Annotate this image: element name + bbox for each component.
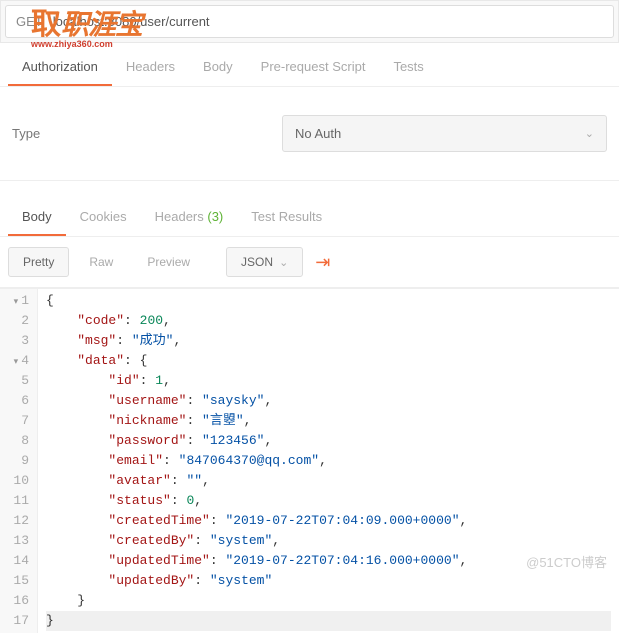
tab-test-results[interactable]: Test Results [237, 199, 336, 236]
tab-headers[interactable]: Headers [112, 49, 189, 86]
auth-type-label: Type [12, 126, 282, 141]
request-tabs: AuthorizationHeadersBodyPre-request Scri… [0, 49, 619, 87]
pretty-button[interactable]: Pretty [8, 247, 69, 277]
auth-type-value: No Auth [295, 126, 341, 141]
tab-cookies[interactable]: Cookies [66, 199, 141, 236]
tab-authorization[interactable]: Authorization [8, 49, 112, 86]
logo-main: 取职涯宝 [31, 0, 142, 43]
chevron-down-icon: ⌄ [279, 256, 288, 269]
logo-overlay: 取职涯宝 www.zhiya360.com [31, 0, 142, 49]
request-bar: 取职涯宝 www.zhiya360.com GET [0, 0, 619, 43]
wrap-lines-icon[interactable]: ⇥ [309, 252, 336, 273]
tab-body[interactable]: Body [8, 199, 66, 236]
auth-section: Type No Auth ⌄ [0, 87, 619, 181]
response-toolbar: Pretty Raw Preview JSON ⌄ ⇥ [0, 237, 619, 288]
auth-type-select[interactable]: No Auth ⌄ [282, 115, 607, 152]
chevron-down-icon: ⌄ [585, 127, 594, 140]
watermark: @51CTO博客 [526, 552, 607, 571]
tab-tests[interactable]: Tests [379, 49, 437, 86]
response-body: 1234567891011121314151617 { "code": 200,… [0, 288, 619, 633]
tab-pre-request-script[interactable]: Pre-request Script [247, 49, 380, 86]
format-select[interactable]: JSON ⌄ [226, 247, 303, 277]
raw-button[interactable]: Raw [75, 248, 127, 276]
tab-headers[interactable]: Headers (3) [141, 199, 238, 236]
tab-body[interactable]: Body [189, 49, 247, 86]
preview-button[interactable]: Preview [133, 248, 204, 276]
response-tabs: Body Cookies Headers (3) Test Results [0, 199, 619, 237]
line-gutter: 1234567891011121314151617 [0, 289, 38, 633]
code-content[interactable]: { "code": 200, "msg": "成功", "data": { "i… [38, 289, 619, 633]
